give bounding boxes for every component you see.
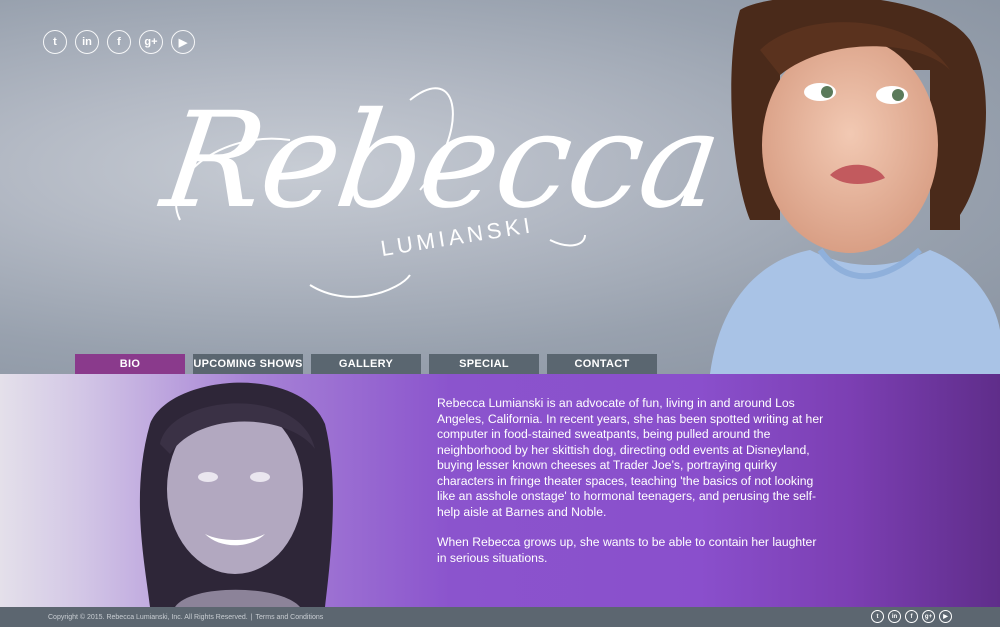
copyright: Copyright © 2015. Rebecca Lumianski, Inc… — [48, 614, 323, 621]
tab-upcoming-shows[interactable]: UPCOMING SHOWS — [193, 354, 303, 374]
tab-gallery[interactable]: GALLERY — [311, 354, 421, 374]
twitter-icon[interactable]: t — [871, 610, 884, 623]
tab-special[interactable]: SPECIAL — [429, 354, 539, 374]
hero-header: t in f g+ ▶ Rebecca LUMIANSKI — [0, 0, 1000, 374]
bio-portrait — [139, 382, 333, 607]
social-links-bottom: t in f g+ ▶ — [871, 610, 952, 623]
twitter-icon[interactable]: t — [43, 30, 67, 54]
youtube-icon[interactable]: ▶ — [171, 30, 195, 54]
google-plus-icon[interactable]: g+ — [139, 30, 163, 54]
bio-paragraph: Rebecca Lumianski is an advocate of fun,… — [437, 396, 824, 519]
copyright-text: Copyright © 2015. Rebecca Lumianski, Inc… — [48, 613, 248, 621]
youtube-icon[interactable]: ▶ — [939, 610, 952, 623]
tab-bio[interactable]: BIO — [75, 354, 185, 374]
footer: Copyright © 2015. Rebecca Lumianski, Inc… — [0, 607, 1000, 627]
google-plus-icon[interactable]: g+ — [922, 610, 935, 623]
bio-section: Rebecca Lumianski is an advocate of fun,… — [0, 374, 1000, 607]
facebook-icon[interactable]: f — [905, 610, 918, 623]
tab-contact[interactable]: CONTACT — [547, 354, 657, 374]
header-portrait — [710, 0, 1000, 374]
main-nav: BIO UPCOMING SHOWS GALLERY SPECIAL CONTA… — [75, 354, 657, 374]
facebook-icon[interactable]: f — [107, 30, 131, 54]
terms-link[interactable]: Terms and Conditions — [256, 614, 324, 621]
social-links-top: t in f g+ ▶ — [43, 30, 195, 54]
linkedin-icon[interactable]: in — [888, 610, 901, 623]
bio-text: Rebecca Lumianski is an advocate of fun,… — [437, 396, 827, 566]
linkedin-icon[interactable]: in — [75, 30, 99, 54]
bio-paragraph: When Rebecca grows up, she wants to be a… — [437, 535, 817, 565]
footer-separator: | — [250, 613, 253, 621]
